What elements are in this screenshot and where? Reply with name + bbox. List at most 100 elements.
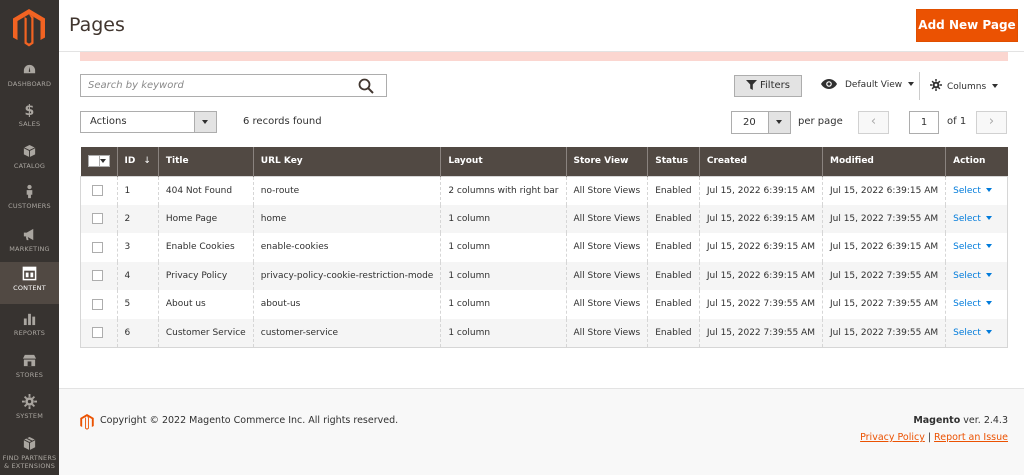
actions-dropdown[interactable]: Actions bbox=[80, 111, 217, 133]
search-input[interactable]: Search by keyword bbox=[80, 74, 387, 97]
column-header-layout[interactable]: Layout bbox=[440, 147, 567, 176]
sidebar-item-system[interactable]: SYSTEM bbox=[0, 390, 59, 432]
gear-icon bbox=[930, 79, 942, 91]
chevron-down-icon bbox=[985, 187, 992, 192]
column-header-created[interactable]: Created bbox=[698, 147, 823, 176]
cell-created: Jul 15, 2022 6:39:15 AM bbox=[698, 233, 823, 262]
cell-action: Select bbox=[945, 176, 1008, 205]
cell-status: Enabled bbox=[647, 233, 700, 262]
cell-title: Customer Service bbox=[157, 318, 254, 347]
chevron-down-icon[interactable] bbox=[194, 112, 216, 132]
sidebar-item-stores[interactable]: STORES bbox=[0, 349, 59, 391]
sidebar-item-customers[interactable]: CUSTOMERS bbox=[0, 180, 59, 222]
column-header-action: Action bbox=[945, 147, 1008, 176]
table-row[interactable]: 5 About us about-us 1 column All Store Views… bbox=[81, 290, 1008, 319]
cell-status: Enabled bbox=[647, 176, 700, 205]
per-page-select[interactable]: 20 bbox=[731, 111, 791, 134]
sidebar-item-catalog[interactable]: CATALOG bbox=[0, 140, 59, 182]
mass-select-checkbox[interactable] bbox=[87, 155, 110, 168]
row-action-select[interactable]: Select bbox=[953, 271, 992, 281]
columns-label: Columns bbox=[947, 82, 987, 92]
row-select-cell bbox=[80, 261, 117, 290]
chevron-down-icon bbox=[908, 82, 915, 86]
cell-store-view: All Store Views bbox=[565, 176, 648, 205]
search-icon[interactable] bbox=[358, 78, 374, 94]
row-action-select[interactable]: Select bbox=[953, 242, 992, 252]
row-checkbox[interactable] bbox=[92, 213, 103, 225]
sidebar-item-label: SALES bbox=[18, 120, 41, 128]
filters-button[interactable]: Filters bbox=[734, 75, 802, 97]
row-action-select[interactable]: Select bbox=[953, 214, 992, 224]
sidebar-item-reports[interactable]: REPORTS bbox=[0, 307, 59, 349]
version-text: Magento ver. 2.4.3 bbox=[913, 415, 1008, 426]
add-new-page-button[interactable]: Add New Page bbox=[916, 9, 1018, 42]
row-checkbox[interactable] bbox=[92, 327, 103, 338]
next-page-button[interactable]: › bbox=[976, 111, 1007, 134]
sort-arrow-icon: ↓ bbox=[143, 156, 151, 167]
magento-logo[interactable] bbox=[13, 9, 45, 47]
report-issue-link[interactable]: Report an Issue bbox=[934, 432, 1008, 443]
row-checkbox[interactable] bbox=[92, 270, 103, 282]
storefront-icon bbox=[22, 354, 37, 367]
row-action-select[interactable]: Select bbox=[953, 299, 992, 309]
sidebar-item-label: CATALOG bbox=[13, 162, 46, 170]
row-checkbox[interactable] bbox=[92, 185, 103, 196]
chevron-down-icon bbox=[985, 244, 992, 249]
search-placeholder: Search by keyword bbox=[88, 80, 184, 91]
cell-url-key: about-us bbox=[252, 290, 441, 319]
cell-modified: Jul 15, 2022 7:39:55 AM bbox=[821, 318, 946, 347]
column-header-url-key[interactable]: URL Key bbox=[252, 147, 441, 176]
cell-created: Jul 15, 2022 6:39:15 AM bbox=[698, 176, 823, 205]
default-view-dropdown[interactable]: Default View bbox=[821, 79, 915, 90]
table-row[interactable]: 4 Privacy Policy privacy-policy-cookie-res… bbox=[80, 261, 1008, 290]
sidebar-item-label: SYSTEM bbox=[15, 412, 44, 420]
svg-text:$: $ bbox=[25, 103, 35, 117]
table-row[interactable]: 2 Home Page home 1 column All Store Views Ena… bbox=[80, 204, 1008, 233]
table-row[interactable]: 3 Enable Cookies enable-cookies 1 column All… bbox=[81, 233, 1008, 262]
columns-dropdown[interactable]: Columns bbox=[930, 79, 999, 92]
row-action-select[interactable]: Select bbox=[953, 328, 992, 338]
cell-title: About us bbox=[157, 290, 254, 319]
column-header-modified[interactable]: Modified bbox=[821, 147, 946, 176]
box-icon bbox=[23, 436, 36, 451]
row-checkbox[interactable] bbox=[92, 241, 103, 253]
column-header-store-view[interactable]: Store View bbox=[565, 147, 648, 176]
row-action-select[interactable]: Select bbox=[953, 186, 992, 196]
eye-icon bbox=[821, 79, 837, 89]
filters-label: Filters bbox=[760, 80, 790, 91]
sidebar-item-content[interactable]: CONTENT bbox=[0, 262, 59, 304]
sidebar-item-marketing[interactable]: MARKETING bbox=[0, 223, 59, 265]
chevron-down-icon bbox=[992, 84, 999, 88]
privacy-policy-link[interactable]: Privacy Policy bbox=[860, 432, 925, 443]
sidebar-item-find-partners[interactable]: FIND PARTNERS & EXTENSIONS bbox=[0, 432, 59, 475]
row-checkbox[interactable] bbox=[92, 298, 103, 310]
sidebar-item-sales[interactable]: $ SALES bbox=[0, 98, 59, 140]
column-header-status[interactable]: Status bbox=[647, 147, 700, 176]
sidebar-item-label: CONTENT bbox=[13, 284, 46, 292]
cell-id: 6 bbox=[116, 318, 159, 347]
cell-layout: 1 column bbox=[440, 261, 567, 290]
magento-logo-icon bbox=[80, 414, 94, 430]
table-row[interactable]: 6 Customer Service customer-service 1 colum… bbox=[80, 318, 1008, 347]
chevron-down-icon bbox=[985, 301, 992, 306]
megaphone-icon bbox=[23, 228, 34, 241]
table-row[interactable]: 1 404 Not Found no-route 2 columns with rig… bbox=[81, 176, 1008, 205]
row-select-cell bbox=[81, 176, 118, 205]
cell-store-view: All Store Views bbox=[565, 204, 648, 233]
cell-created: Jul 15, 2022 6:39:15 AM bbox=[698, 204, 823, 233]
page-number-input[interactable]: 1 bbox=[909, 111, 939, 134]
cell-modified: Jul 15, 2022 7:39:55 AM bbox=[821, 290, 946, 319]
prev-page-button[interactable]: ‹ bbox=[858, 111, 889, 134]
link-separator: | bbox=[927, 432, 932, 443]
cell-created: Jul 15, 2022 7:39:55 AM bbox=[698, 290, 823, 319]
admin-sidebar: DASHBOARD $ SALES CATALOG CUSTOMERS MARK… bbox=[0, 0, 59, 475]
column-header-id[interactable]: ID ↓ bbox=[116, 147, 159, 176]
cell-modified: Jul 15, 2022 6:39:15 AM bbox=[821, 233, 946, 262]
sidebar-item-dashboard[interactable]: DASHBOARD bbox=[0, 58, 59, 100]
mass-select-header[interactable] bbox=[80, 147, 117, 176]
column-header-title[interactable]: Title bbox=[157, 147, 254, 176]
cell-action: Select bbox=[945, 290, 1008, 319]
chevron-down-icon[interactable] bbox=[768, 112, 790, 133]
cell-layout: 1 column bbox=[440, 233, 567, 262]
per-page-label: per page bbox=[798, 116, 843, 127]
